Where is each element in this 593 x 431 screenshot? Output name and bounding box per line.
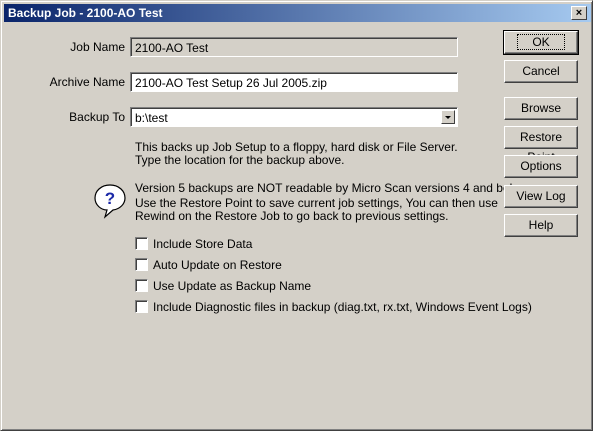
warning-line-3: Rewind on the Restore Job to go back to … (135, 209, 449, 223)
options-button[interactable]: Options (504, 155, 578, 178)
backup-to-combobox[interactable]: b:\test (130, 107, 458, 127)
backup-to-value: b:\test (135, 111, 168, 125)
cancel-button[interactable]: Cancel (504, 60, 578, 83)
checkbox-box[interactable] (135, 300, 148, 313)
backup-job-dialog: Backup Job - 2100-AO Test × Job Name 210… (0, 0, 593, 431)
question-bubble-icon: ? (94, 184, 126, 219)
checkbox-label: Include Diagnostic files in backup (diag… (153, 300, 532, 314)
ok-label: OK (517, 34, 565, 50)
close-button[interactable]: × (571, 6, 587, 20)
ok-button[interactable]: OK (503, 30, 579, 55)
svg-text:?: ? (105, 189, 115, 208)
window-title: Backup Job - 2100-AO Test (8, 6, 163, 20)
checkbox-box[interactable] (135, 258, 148, 271)
checkbox-label: Use Update as Backup Name (153, 279, 312, 293)
warning-line-1: Version 5 backups are NOT readable by Mi… (135, 181, 531, 195)
view-log-button[interactable]: View Log (504, 185, 578, 208)
help-button[interactable]: Help (504, 214, 578, 237)
checkbox-label: Include Store Data (153, 237, 253, 251)
checkbox-box[interactable] (135, 279, 148, 292)
info-text: This backs up Job Setup to a floppy, har… (135, 141, 458, 167)
job-name-field: 2100-AO Test (130, 37, 458, 57)
backup-to-label: Backup To (69, 110, 125, 124)
warning-text: Version 5 backups are NOT readable by Mi… (135, 182, 530, 223)
title-bar[interactable]: Backup Job - 2100-AO Test × (4, 4, 591, 22)
chevron-down-icon[interactable] (441, 110, 455, 124)
job-name-label: Job Name (70, 40, 125, 54)
info-line-2: Type the location for the backup above. (135, 153, 345, 167)
archive-name-label: Archive Name (49, 75, 125, 89)
browse-button[interactable]: Browse (504, 97, 578, 120)
checkbox-label: Auto Update on Restore (153, 258, 282, 272)
checkbox-box[interactable] (135, 237, 148, 250)
archive-name-input[interactable]: 2100-AO Test Setup 26 Jul 2005.zip (130, 72, 458, 92)
restore-point-button[interactable]: Restore Point (504, 126, 578, 164)
